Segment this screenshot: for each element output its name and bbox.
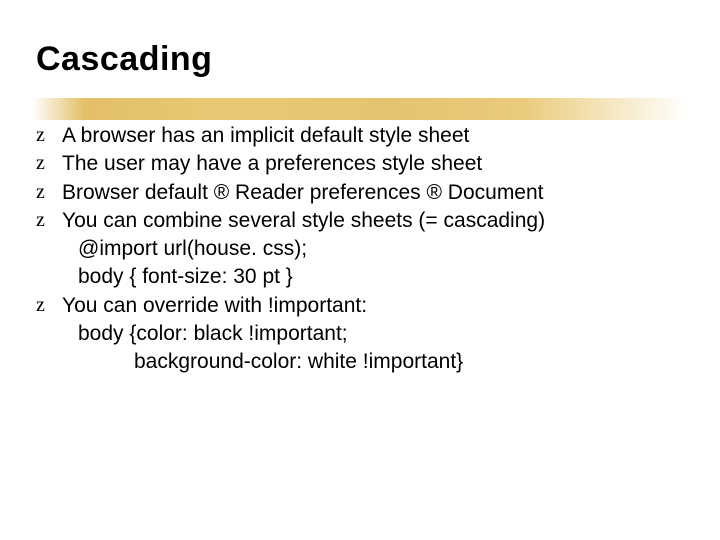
bullet-text: Browser default ® Reader preferences ® D… <box>62 181 544 204</box>
bullet-text: You can override with !important: <box>62 294 367 317</box>
bullet-text: The user may have a preferences style sh… <box>62 152 482 175</box>
slide-title: Cascading <box>36 40 684 79</box>
sub-line: body {color: black !important; <box>36 321 684 347</box>
title-underline <box>32 98 688 120</box>
list-item: z Browser default ® Reader preferences ®… <box>36 180 684 206</box>
list-item: z A browser has an implicit default styl… <box>36 123 684 149</box>
list-item: z You can override with !important: <box>36 293 684 319</box>
sub-line: body { font-size: 30 pt } <box>36 264 684 290</box>
list-item: z You can combine several style sheets (… <box>36 208 684 234</box>
list-item: z The user may have a preferences style … <box>36 151 684 177</box>
bullet-list: z A browser has an implicit default styl… <box>36 123 684 375</box>
bullet-text: You can combine several style sheets (= … <box>62 209 545 232</box>
slide: Cascading z A browser has an implicit de… <box>0 0 720 540</box>
bullet-icon: z <box>36 293 45 318</box>
bullet-icon: z <box>36 180 45 205</box>
bullet-text: A browser has an implicit default style … <box>62 124 469 147</box>
sub-line: @import url(house. css); <box>36 236 684 262</box>
sub-line: background-color: white !important} <box>36 349 684 375</box>
bullet-icon: z <box>36 208 45 233</box>
bullet-icon: z <box>36 123 45 148</box>
bullet-icon: z <box>36 151 45 176</box>
title-area: Cascading <box>36 40 684 79</box>
